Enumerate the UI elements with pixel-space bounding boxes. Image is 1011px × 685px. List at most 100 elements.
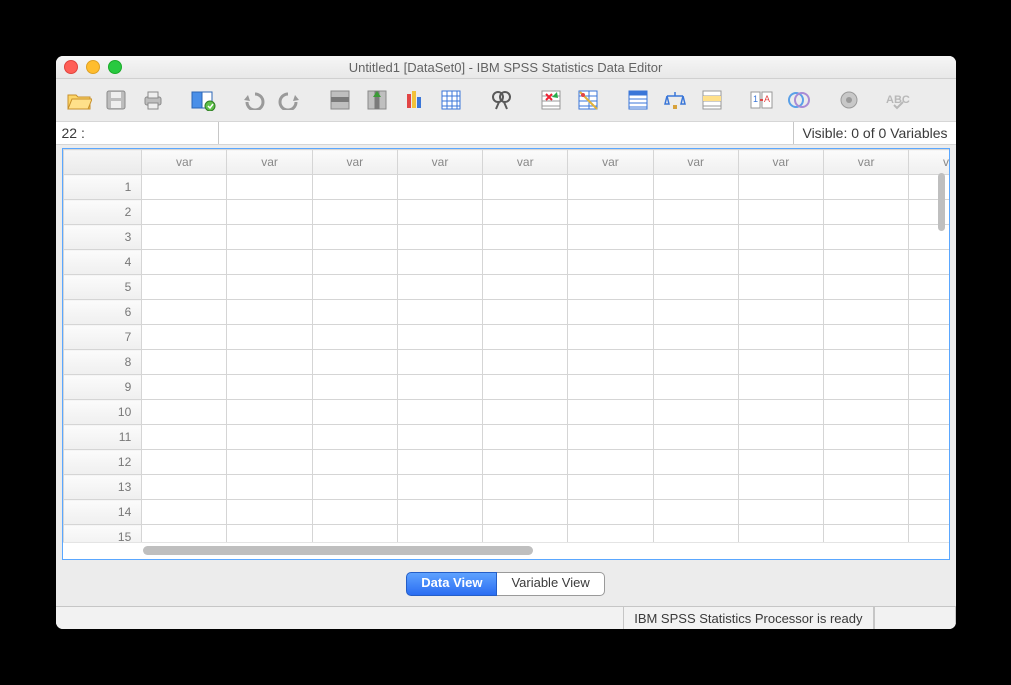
grid-cell[interactable] — [738, 350, 823, 375]
save-icon[interactable] — [101, 85, 131, 115]
print-icon[interactable] — [138, 85, 168, 115]
grid-cell[interactable] — [738, 500, 823, 525]
grid-cell[interactable] — [824, 525, 909, 543]
grid-cell[interactable] — [568, 525, 653, 543]
grid-cell[interactable] — [142, 275, 227, 300]
grid-cell[interactable] — [483, 425, 568, 450]
grid-cell[interactable] — [568, 375, 653, 400]
close-window-button[interactable] — [64, 60, 78, 74]
grid-cell[interactable] — [738, 175, 823, 200]
goto-variable-icon[interactable] — [362, 85, 392, 115]
grid-cell[interactable] — [653, 350, 738, 375]
variables-icon[interactable] — [399, 85, 429, 115]
grid-cell[interactable] — [312, 300, 397, 325]
grid-cell[interactable] — [824, 425, 909, 450]
grid-cell[interactable] — [653, 175, 738, 200]
grid-cell[interactable] — [397, 175, 482, 200]
grid-cell[interactable] — [568, 225, 653, 250]
grid-cell[interactable] — [142, 450, 227, 475]
grid-cell[interactable] — [483, 175, 568, 200]
minimize-window-button[interactable] — [86, 60, 100, 74]
column-header[interactable]: var — [824, 150, 909, 175]
grid-cell[interactable] — [483, 225, 568, 250]
grid-cell[interactable] — [483, 250, 568, 275]
grid-cell[interactable] — [653, 425, 738, 450]
undo-icon[interactable] — [238, 85, 268, 115]
grid-cell[interactable] — [824, 375, 909, 400]
grid-cell[interactable] — [397, 450, 482, 475]
tab-data-view[interactable]: Data View — [406, 572, 497, 596]
grid-cell[interactable] — [142, 500, 227, 525]
vertical-scrollbar[interactable] — [935, 173, 947, 524]
row-header[interactable]: 3 — [63, 225, 142, 250]
use-variable-sets-icon[interactable] — [784, 85, 814, 115]
grid-cell[interactable] — [738, 450, 823, 475]
grid-cell[interactable] — [824, 200, 909, 225]
grid-cell[interactable] — [397, 225, 482, 250]
grid-cell[interactable] — [824, 225, 909, 250]
grid-cell[interactable] — [227, 300, 312, 325]
row-header[interactable]: 6 — [63, 300, 142, 325]
grid-cell[interactable] — [142, 525, 227, 543]
grid-cell[interactable] — [142, 375, 227, 400]
grid-cell[interactable] — [227, 500, 312, 525]
grid-cell[interactable] — [227, 325, 312, 350]
column-header[interactable]: var — [142, 150, 227, 175]
open-file-icon[interactable] — [64, 85, 94, 115]
cell-value-input[interactable] — [219, 122, 795, 144]
grid-cell[interactable] — [142, 425, 227, 450]
cell-reference-box[interactable]: 22 : — [56, 122, 219, 144]
grid-cell[interactable] — [824, 175, 909, 200]
grid-cell[interactable] — [142, 325, 227, 350]
show-all-icon[interactable] — [834, 85, 864, 115]
grid-cell[interactable] — [738, 400, 823, 425]
row-header[interactable]: 4 — [63, 250, 142, 275]
grid-cell[interactable] — [142, 175, 227, 200]
dialog-recall-icon[interactable] — [188, 85, 218, 115]
column-header[interactable]: var — [568, 150, 653, 175]
grid-cell[interactable] — [738, 375, 823, 400]
horizontal-scroll-thumb[interactable] — [143, 546, 533, 555]
grid-cell[interactable] — [397, 500, 482, 525]
grid-cell[interactable] — [312, 475, 397, 500]
row-header[interactable]: 8 — [63, 350, 142, 375]
column-header[interactable]: var — [397, 150, 482, 175]
column-header[interactable]: var — [909, 150, 949, 175]
grid-cell[interactable] — [312, 500, 397, 525]
grid-cell[interactable] — [397, 375, 482, 400]
grid-cell[interactable] — [568, 400, 653, 425]
grid-cell[interactable] — [653, 300, 738, 325]
grid-cell[interactable] — [142, 300, 227, 325]
grid-cell[interactable] — [397, 275, 482, 300]
grid-cell[interactable] — [653, 475, 738, 500]
grid-cell[interactable] — [142, 225, 227, 250]
row-header[interactable]: 10 — [63, 400, 142, 425]
weight-cases-icon[interactable] — [660, 85, 690, 115]
grid-cell[interactable] — [397, 525, 482, 543]
grid-cell[interactable] — [312, 400, 397, 425]
grid-cell[interactable] — [483, 450, 568, 475]
grid-cell[interactable] — [483, 375, 568, 400]
grid-cell[interactable] — [824, 450, 909, 475]
value-labels-icon[interactable]: 1A — [747, 85, 777, 115]
grid-cell[interactable] — [653, 200, 738, 225]
grid-cell[interactable] — [483, 475, 568, 500]
grid-cell[interactable] — [653, 275, 738, 300]
grid-cell[interactable] — [227, 200, 312, 225]
grid-cell[interactable] — [312, 525, 397, 543]
row-header[interactable]: 13 — [63, 475, 142, 500]
row-header[interactable]: 2 — [63, 200, 142, 225]
column-header[interactable]: var — [312, 150, 397, 175]
grid-cell[interactable] — [653, 400, 738, 425]
grid-cell[interactable] — [227, 425, 312, 450]
spellcheck-icon[interactable]: ABC — [884, 85, 914, 115]
find-icon[interactable] — [486, 85, 516, 115]
grid-cell[interactable] — [568, 425, 653, 450]
zoom-window-button[interactable] — [108, 60, 122, 74]
grid-cell[interactable] — [483, 300, 568, 325]
grid-cell[interactable] — [568, 250, 653, 275]
grid-cell[interactable] — [653, 375, 738, 400]
column-header[interactable]: var — [738, 150, 823, 175]
grid-cell[interactable] — [483, 525, 568, 543]
grid-cell[interactable] — [483, 200, 568, 225]
